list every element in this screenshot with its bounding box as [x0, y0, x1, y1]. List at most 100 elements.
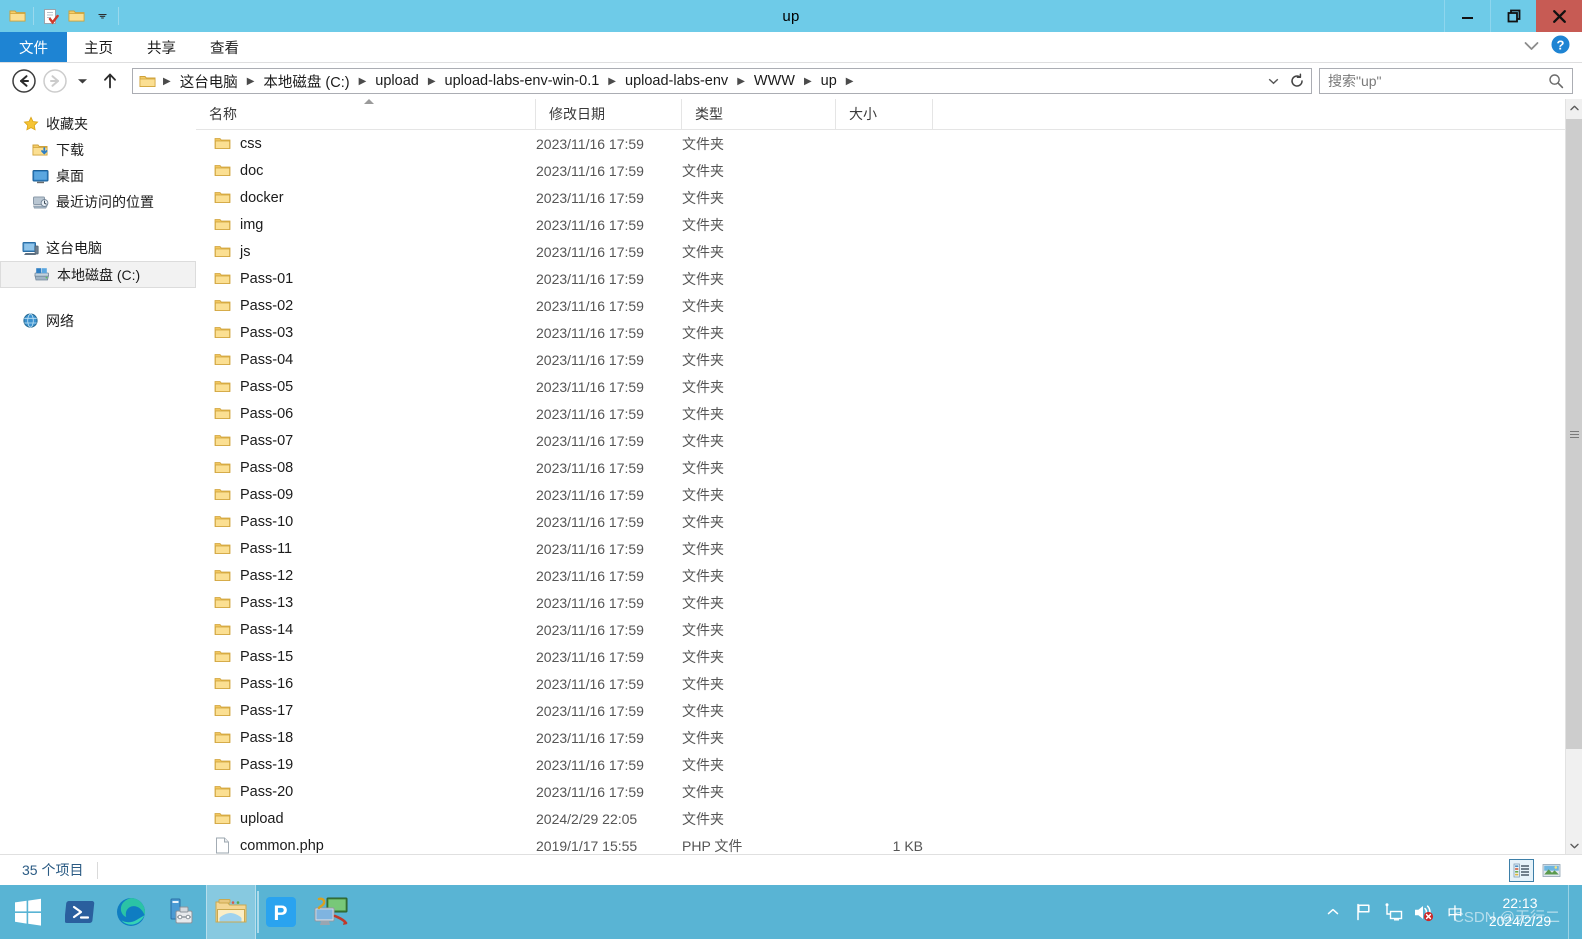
refresh-icon[interactable] [1285, 69, 1309, 93]
column-header-size[interactable]: 大小 [836, 99, 933, 129]
table-row[interactable]: Pass-01 2023/11/16 17:59 文件夹 [196, 265, 1582, 292]
table-row[interactable]: Pass-04 2023/11/16 17:59 文件夹 [196, 346, 1582, 373]
table-row[interactable]: Pass-14 2023/11/16 17:59 文件夹 [196, 616, 1582, 643]
scrollbar-track[interactable] [1566, 116, 1582, 837]
new-folder-icon[interactable] [63, 3, 89, 29]
show-desktop-button[interactable] [1568, 885, 1578, 939]
table-row[interactable]: Pass-02 2023/11/16 17:59 文件夹 [196, 292, 1582, 319]
sidebar-item-downloads[interactable]: 下载 [0, 137, 196, 163]
table-row[interactable]: Pass-20 2023/11/16 17:59 文件夹 [196, 778, 1582, 805]
column-header-date[interactable]: 修改日期 [536, 99, 682, 129]
chevron-down-icon[interactable] [1524, 38, 1539, 56]
file-type-cell: 文件夹 [682, 594, 724, 611]
table-row[interactable]: doc 2023/11/16 17:59 文件夹 [196, 157, 1582, 184]
scroll-up-icon[interactable] [1566, 99, 1582, 116]
volume-muted-icon[interactable] [1408, 885, 1438, 939]
tab-home[interactable]: 主页 [67, 32, 130, 62]
breadcrumb-item-6[interactable]: up [817, 71, 841, 91]
folder-icon [214, 513, 231, 530]
sidebar-item-recent-places[interactable]: 最近访问的位置 [0, 189, 196, 215]
table-row[interactable]: Pass-12 2023/11/16 17:59 文件夹 [196, 562, 1582, 589]
table-row[interactable]: img 2023/11/16 17:59 文件夹 [196, 211, 1582, 238]
table-row[interactable]: upload 2024/2/29 22:05 文件夹 [196, 805, 1582, 832]
breadcrumb-bar[interactable]: ▶ 这台电脑 ▶ 本地磁盘 (C:) ▶ upload ▶ upload-lab… [132, 68, 1312, 94]
file-explorer-icon[interactable] [206, 885, 259, 939]
chevron-right-icon-4[interactable]: ▶ [603, 76, 621, 87]
powershell-icon[interactable] [56, 885, 106, 939]
table-row[interactable]: Pass-06 2023/11/16 17:59 文件夹 [196, 400, 1582, 427]
tab-view[interactable]: 查看 [193, 32, 256, 62]
table-row[interactable]: js 2023/11/16 17:59 文件夹 [196, 238, 1582, 265]
phpstudy-icon[interactable]: P [256, 885, 306, 939]
large-icons-view-button[interactable] [1539, 859, 1564, 882]
sidebar-item-local-disk-c[interactable]: 本地磁盘 (C:) [0, 261, 196, 288]
folder-icon [214, 351, 231, 368]
breadcrumb-item-5[interactable]: WWW [750, 71, 799, 91]
chevron-right-icon-2[interactable]: ▶ [354, 76, 372, 87]
vertical-scrollbar[interactable] [1565, 99, 1582, 854]
recent-locations-button[interactable] [71, 67, 93, 96]
properties-icon[interactable] [37, 3, 63, 29]
help-icon[interactable]: ? [1551, 35, 1570, 59]
chevron-right-icon-1[interactable]: ▶ [242, 76, 260, 87]
customize-dropdown-icon[interactable] [89, 3, 115, 29]
folder-icon [214, 297, 231, 314]
table-row[interactable]: css 2023/11/16 17:59 文件夹 [196, 130, 1582, 157]
network-icon[interactable] [1378, 885, 1408, 939]
chevron-right-icon-6[interactable]: ▶ [799, 76, 817, 87]
sidebar-item-network[interactable]: 网络 [0, 308, 196, 334]
table-row[interactable]: Pass-11 2023/11/16 17:59 文件夹 [196, 535, 1582, 562]
chevron-right-icon-7[interactable]: ▶ [841, 76, 859, 87]
restore-button[interactable] [1490, 0, 1536, 32]
table-row[interactable]: Pass-15 2023/11/16 17:59 文件夹 [196, 643, 1582, 670]
column-header-type[interactable]: 类型 [682, 99, 836, 129]
tray-expand-icon[interactable] [1318, 885, 1348, 939]
php-monitor-icon[interactable] [306, 885, 356, 939]
search-icon[interactable] [1548, 73, 1568, 89]
edge-browser-icon[interactable] [106, 885, 156, 939]
server-manager-icon[interactable] [156, 885, 206, 939]
table-row[interactable]: Pass-18 2023/11/16 17:59 文件夹 [196, 724, 1582, 751]
table-row[interactable]: Pass-10 2023/11/16 17:59 文件夹 [196, 508, 1582, 535]
back-button[interactable] [9, 67, 38, 96]
sidebar-item-favorites[interactable]: 收藏夹 [0, 111, 196, 137]
sidebar-item-this-pc[interactable]: 这台电脑 [0, 235, 196, 261]
windows-start-icon[interactable] [0, 885, 56, 939]
scroll-down-icon[interactable] [1566, 837, 1582, 854]
search-input[interactable] [1328, 73, 1548, 89]
chevron-right-icon-5[interactable]: ▶ [732, 76, 750, 87]
details-view-button[interactable] [1509, 858, 1534, 882]
breadcrumb-item-1[interactable]: 本地磁盘 (C:) [259, 69, 353, 94]
table-row[interactable]: docker 2023/11/16 17:59 文件夹 [196, 184, 1582, 211]
chevron-right-icon-0[interactable]: ▶ [158, 76, 176, 87]
search-box[interactable] [1319, 68, 1573, 94]
address-dropdown-icon[interactable] [1261, 69, 1285, 93]
minimize-button[interactable] [1444, 0, 1490, 32]
breadcrumb-item-3[interactable]: upload-labs-env-win-0.1 [441, 71, 604, 91]
table-row[interactable]: Pass-16 2023/11/16 17:59 文件夹 [196, 670, 1582, 697]
table-row[interactable]: Pass-03 2023/11/16 17:59 文件夹 [196, 319, 1582, 346]
table-row[interactable]: Pass-07 2023/11/16 17:59 文件夹 [196, 427, 1582, 454]
column-header-name[interactable]: 名称 [196, 99, 536, 129]
table-row[interactable]: Pass-19 2023/11/16 17:59 文件夹 [196, 751, 1582, 778]
chevron-right-icon-3[interactable]: ▶ [423, 76, 441, 87]
table-row[interactable]: Pass-17 2023/11/16 17:59 文件夹 [196, 697, 1582, 724]
tab-file[interactable]: 文件 [0, 32, 67, 62]
table-row[interactable]: Pass-09 2023/11/16 17:59 文件夹 [196, 481, 1582, 508]
ime-indicator[interactable]: 中 [1438, 885, 1472, 939]
close-button[interactable] [1536, 0, 1582, 32]
clock[interactable]: 22:13 2024/2/29 [1472, 885, 1568, 939]
breadcrumb-item-2[interactable]: upload [371, 71, 423, 91]
action-center-flag-icon[interactable] [1348, 885, 1378, 939]
tab-share[interactable]: 共享 [130, 32, 193, 62]
breadcrumb-item-0[interactable]: 这台电脑 [176, 69, 242, 94]
up-button[interactable] [95, 67, 124, 96]
scrollbar-thumb[interactable] [1566, 119, 1582, 749]
breadcrumb-item-4[interactable]: upload-labs-env [621, 71, 732, 91]
folder-icon[interactable] [4, 3, 30, 29]
table-row[interactable]: Pass-13 2023/11/16 17:59 文件夹 [196, 589, 1582, 616]
table-row[interactable]: Pass-08 2023/11/16 17:59 文件夹 [196, 454, 1582, 481]
table-row[interactable]: Pass-05 2023/11/16 17:59 文件夹 [196, 373, 1582, 400]
sidebar-item-desktop[interactable]: 桌面 [0, 163, 196, 189]
table-row[interactable]: common.php 2019/1/17 15:55 PHP 文件 1 KB [196, 832, 1582, 854]
